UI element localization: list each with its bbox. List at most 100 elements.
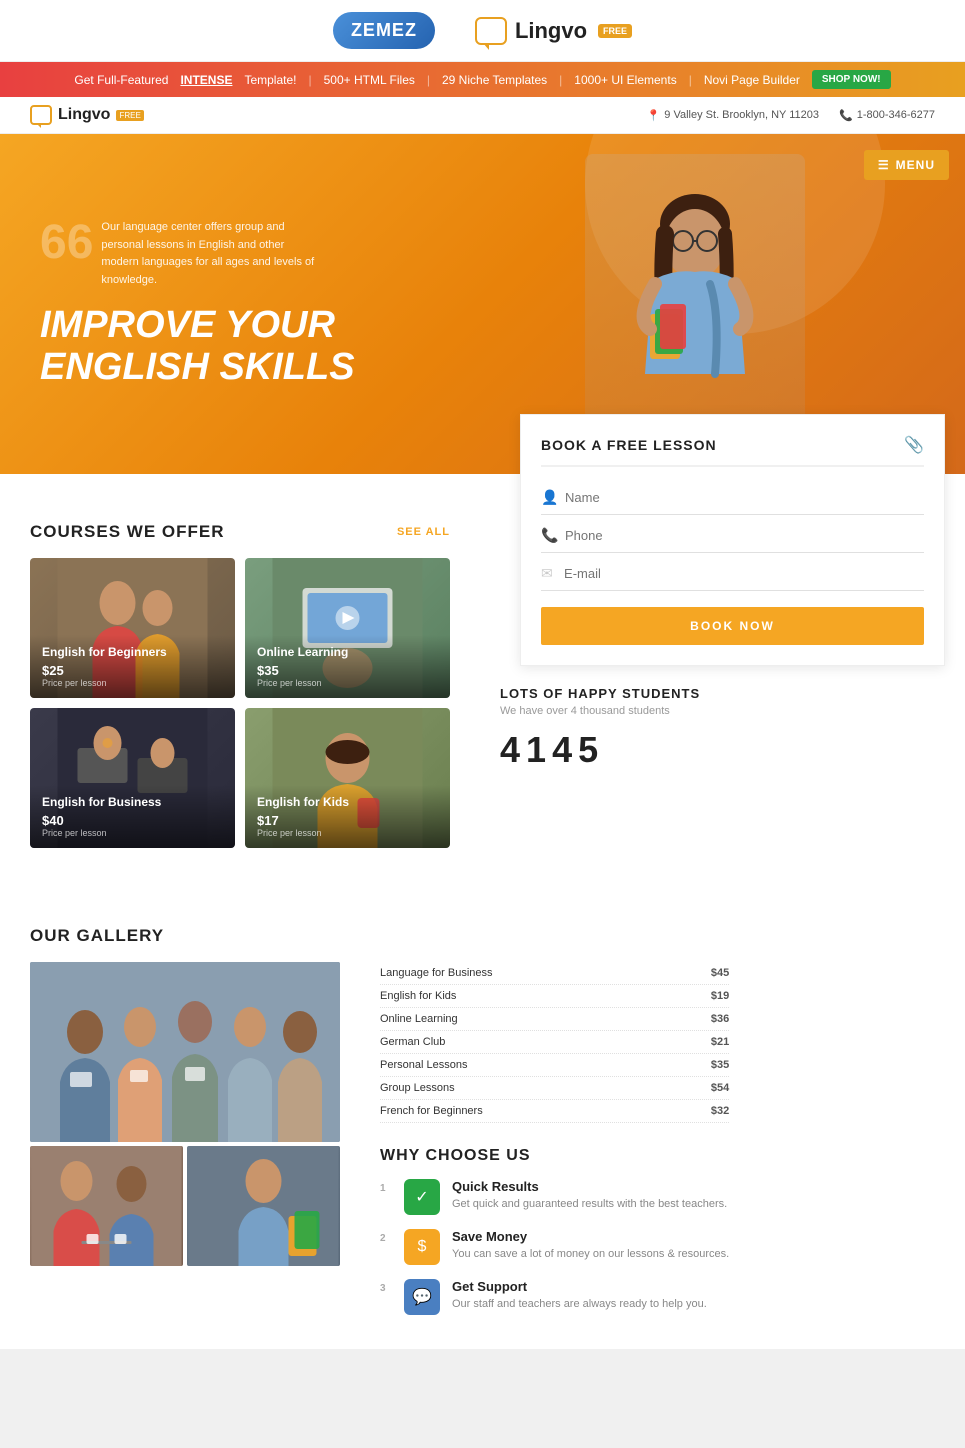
- price-item-value: $54: [711, 1082, 729, 1094]
- promo-intense: INTENSE: [180, 73, 232, 87]
- happy-subtitle: We have over 4 thousand students: [500, 705, 945, 717]
- course-name-2: Online Learning: [257, 645, 438, 661]
- course-price-2: $35: [257, 663, 438, 678]
- happy-students-section: LOTS OF HAPPY STUDENTS We have over 4 th…: [500, 686, 945, 771]
- phone-input[interactable]: [565, 528, 924, 543]
- why-choose-section: WHY CHOOSE US 1 ✓ Quick Results Get quic…: [380, 1147, 729, 1315]
- course-card-3[interactable]: English for Business $40 Price per lesso…: [30, 708, 235, 848]
- hero-title-line2: ENGLISH SKILLS: [40, 346, 355, 388]
- why-item-num: 1: [380, 1183, 392, 1194]
- why-item-desc: Get quick and guaranteed results with th…: [452, 1197, 727, 1212]
- gallery-small-svg-2: [187, 1146, 340, 1266]
- header-contact: 📍 9 Valley St. Brooklyn, NY 11203 📞 1-80…: [647, 109, 935, 122]
- address-text: 9 Valley St. Brooklyn, NY 11203: [664, 109, 819, 121]
- course-overlay-3: English for Business $40 Price per lesso…: [30, 785, 235, 848]
- gallery-section: OUR GALLERY: [0, 878, 965, 1349]
- price-item-value: $35: [711, 1059, 729, 1071]
- course-name-3: English for Business: [42, 795, 223, 811]
- price-item-name: German Club: [380, 1036, 445, 1048]
- gallery-content: Language for Business$45English for Kids…: [30, 962, 935, 1329]
- course-card-1[interactable]: English for Beginners $25 Price per less…: [30, 558, 235, 698]
- price-list-item: Personal Lessons$35: [380, 1054, 729, 1077]
- why-item: 1 ✓ Quick Results Get quick and guarante…: [380, 1179, 729, 1215]
- happy-title: LOTS OF HAPPY STUDENTS: [500, 686, 945, 701]
- course-overlay-1: English for Beginners $25 Price per less…: [30, 635, 235, 698]
- site-logo-text: Lingvo: [58, 106, 110, 124]
- why-item-title: Get Support: [452, 1279, 707, 1294]
- promo-stat4: Novi Page Builder: [704, 73, 800, 87]
- header-address: 📍 9 Valley St. Brooklyn, NY 11203: [647, 109, 819, 122]
- book-form-header: BOOK A FREE LESSON 📎: [541, 435, 924, 467]
- gallery-header: OUR GALLERY: [30, 926, 935, 946]
- counter-digit-2: 1: [526, 729, 546, 771]
- book-form: BOOK A FREE LESSON 📎 👤 📞 ✉ BOOK NOW: [520, 414, 945, 666]
- gallery-main-svg: [30, 962, 340, 1142]
- left-column: COURSES WE OFFER SEE ALL English for Beg…: [0, 474, 480, 878]
- price-list-item: French for Beginners$32: [380, 1100, 729, 1123]
- why-item-num: 2: [380, 1233, 392, 1244]
- right-column: BOOK A FREE LESSON 📎 👤 📞 ✉ BOOK NOW LOTS…: [480, 474, 965, 878]
- lingvo-brand-name: Lingvo: [515, 18, 587, 44]
- why-items: 1 ✓ Quick Results Get quick and guarante…: [380, 1179, 729, 1315]
- gallery-bottom-row: [30, 1146, 340, 1266]
- email-input[interactable]: [564, 566, 924, 581]
- counter-digit-1: 4: [500, 729, 520, 771]
- course-price-label-2: Price per lesson: [257, 678, 438, 688]
- promo-stat3: 1000+ UI Elements: [574, 73, 676, 87]
- zemez-logo: ZEMEZ: [333, 12, 435, 49]
- menu-button[interactable]: ☰ MENU: [864, 150, 949, 180]
- hero-title-line1: IMPROVE YOUR: [40, 304, 335, 346]
- hamburger-icon: ☰: [878, 158, 890, 172]
- book-form-title: BOOK A FREE LESSON: [541, 437, 717, 453]
- course-name-4: English for Kids: [257, 795, 438, 811]
- promo-text2: Template!: [244, 73, 296, 87]
- promo-text1: Get Full-Featured: [74, 73, 168, 87]
- price-item-name: Language for Business: [380, 967, 493, 979]
- course-name-1: English for Beginners: [42, 645, 223, 661]
- site-logo-icon: [30, 105, 52, 125]
- promo-stat1: 500+ HTML Files: [324, 73, 415, 87]
- name-input[interactable]: [565, 490, 924, 505]
- why-item-text: Quick Results Get quick and guaranteed r…: [452, 1179, 727, 1212]
- promo-bar: Get Full-Featured INTENSE Template! | 50…: [0, 62, 965, 97]
- course-overlay-4: English for Kids $17 Price per lesson: [245, 785, 450, 848]
- main-content: COURSES WE OFFER SEE ALL English for Beg…: [0, 474, 965, 878]
- why-item-title: Save Money: [452, 1229, 729, 1244]
- name-field-wrapper: 👤: [541, 481, 924, 515]
- price-list-item: Group Lessons $54: [380, 1077, 729, 1100]
- why-item-title: Quick Results: [452, 1179, 727, 1194]
- site-logo-free-badge: FREE: [116, 110, 143, 121]
- paperclip-icon: 📎: [904, 435, 924, 455]
- courses-grid: English for Beginners $25 Price per less…: [30, 558, 450, 848]
- why-item-text: Save Money You can save a lot of money o…: [452, 1229, 729, 1262]
- price-list-item: Online Learning$36: [380, 1008, 729, 1031]
- counter-digit-3: 4: [552, 729, 572, 771]
- hero-quote: 66 Our language center offers group and …: [40, 219, 355, 289]
- site-logo: Lingvo FREE: [30, 105, 144, 125]
- price-item-name: Online Learning: [380, 1013, 458, 1025]
- price-item-name: Group Lessons: [380, 1082, 455, 1094]
- shop-now-button[interactable]: SHOP NOW!: [812, 70, 891, 89]
- gallery-images: [30, 962, 340, 1329]
- course-card-4[interactable]: English for Kids $17 Price per lesson: [245, 708, 450, 848]
- course-price-1: $25: [42, 663, 223, 678]
- why-item-icon: $: [404, 1229, 440, 1265]
- course-overlay-2: Online Learning $35 Price per lesson: [245, 635, 450, 698]
- why-item: 3 💬 Get Support Our staff and teachers a…: [380, 1279, 729, 1315]
- why-item-desc: You can save a lot of money on our lesso…: [452, 1247, 729, 1262]
- course-price-3: $40: [42, 813, 223, 828]
- why-choose-title: WHY CHOOSE US: [380, 1147, 729, 1165]
- why-item-num: 3: [380, 1283, 392, 1294]
- phone-text: 1-800-346-6277: [857, 109, 935, 121]
- course-card-2[interactable]: Online Learning $35 Price per lesson: [245, 558, 450, 698]
- see-all-link[interactable]: SEE ALL: [397, 526, 450, 538]
- hero-content: 66 Our language center offers group and …: [40, 219, 355, 389]
- students-counter: 4 1 4 5: [500, 729, 945, 771]
- phone-field-wrapper: 📞: [541, 519, 924, 553]
- quote-number: 66: [40, 219, 93, 267]
- price-item-value: $32: [711, 1105, 729, 1117]
- course-price-4: $17: [257, 813, 438, 828]
- gallery-small-svg-1: [30, 1146, 183, 1266]
- price-item-value: $45: [711, 967, 729, 979]
- book-now-button[interactable]: BOOK NOW: [541, 607, 924, 645]
